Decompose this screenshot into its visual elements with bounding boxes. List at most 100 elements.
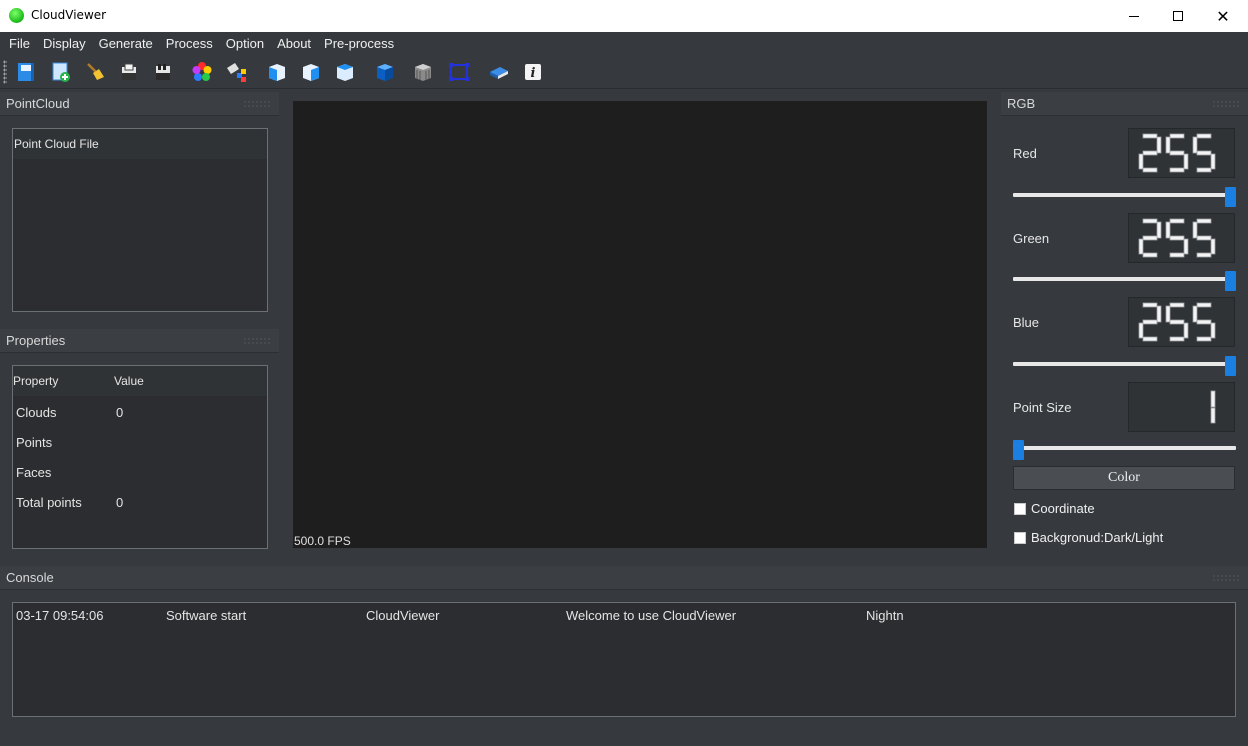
lcd-segment — [1169, 336, 1185, 342]
log-details: Welcome to use CloudViewer — [566, 608, 737, 623]
blue-label: Blue — [1013, 315, 1040, 330]
slider-groove[interactable] — [1013, 362, 1236, 366]
lcd-segment — [1138, 322, 1144, 339]
lcd-segment — [1183, 322, 1189, 339]
menu-display[interactable]: Display — [36, 32, 92, 55]
lcd-segment — [1142, 167, 1158, 173]
console-title: Console — [6, 570, 54, 585]
col-value[interactable]: Value — [114, 366, 144, 396]
green-slider[interactable] — [1013, 271, 1236, 291]
view-front-icon — [269, 64, 285, 81]
book-button[interactable] — [486, 59, 512, 85]
properties-dock-title[interactable]: Properties — [0, 329, 279, 353]
slider-groove[interactable] — [1013, 277, 1236, 281]
lcd-segment — [1196, 235, 1212, 241]
clear-button[interactable] — [82, 59, 108, 85]
lcd-segment — [1192, 221, 1198, 239]
coordinate-checkbox[interactable]: Coordinate — [1014, 501, 1095, 516]
checkbox-box[interactable] — [1014, 531, 1026, 544]
color-wheel-button[interactable] — [189, 59, 215, 85]
view-top-button[interactable] — [298, 59, 324, 85]
point-size-lcd-display — [1128, 382, 1235, 432]
random-color-icon — [227, 63, 246, 82]
color-button[interactable]: Color — [1013, 466, 1235, 490]
lcd-segment — [1142, 133, 1158, 139]
slider-groove[interactable] — [1013, 446, 1236, 450]
slider-handle[interactable] — [1225, 271, 1236, 291]
slider-handle[interactable] — [1013, 440, 1024, 460]
title-bar: CloudViewer ✕ — [0, 0, 1248, 32]
lcd-segment — [1165, 136, 1171, 154]
open-file-button[interactable] — [13, 59, 39, 85]
pointcloud-tree[interactable]: Point Cloud File — [12, 128, 268, 312]
lcd-segment — [1138, 238, 1144, 255]
dock-grip-icon[interactable] — [1212, 574, 1240, 582]
menu-bar: File Display Generate Process Option Abo… — [0, 32, 1248, 55]
save-icon — [122, 63, 136, 80]
view-back-button[interactable] — [372, 59, 398, 85]
menu-about[interactable]: About — [270, 32, 317, 55]
close-button[interactable]: ✕ — [1200, 0, 1246, 32]
pointcloud-dock-title[interactable]: PointCloud — [0, 92, 279, 116]
view-front-button[interactable] — [264, 59, 290, 85]
lcd-segment — [1169, 218, 1185, 224]
properties-title: Properties — [6, 333, 66, 348]
green-label: Green — [1013, 231, 1050, 246]
console-dock-title[interactable]: Console — [0, 566, 1248, 590]
maximize-button[interactable] — [1155, 0, 1201, 32]
menu-preprocess[interactable]: Pre-process — [317, 32, 400, 55]
table-row[interactable]: Faces — [16, 465, 51, 480]
save-binary-button[interactable] — [150, 59, 176, 85]
view-bottom-button[interactable] — [410, 59, 436, 85]
pointcloud-tree-header[interactable]: Point Cloud File — [13, 129, 267, 159]
random-color-button[interactable] — [223, 59, 249, 85]
blue-slider[interactable] — [1013, 356, 1236, 376]
toolbar-handle[interactable] — [3, 60, 7, 84]
console-log[interactable]: 03-17 09:54:06 Software start CloudViewe… — [12, 602, 1236, 717]
lcd-segment — [1196, 150, 1212, 156]
property-value: 0 — [116, 405, 124, 420]
frame-select-button[interactable] — [446, 59, 472, 85]
rgb-dock-title[interactable]: RGB — [1001, 92, 1248, 116]
add-file-button[interactable] — [48, 59, 74, 85]
lcd-segment — [1142, 150, 1158, 156]
red-lcd-display — [1128, 128, 1235, 178]
table-row[interactable]: Clouds — [16, 405, 56, 420]
save-binary-icon — [156, 64, 170, 80]
lcd-segment — [1169, 133, 1185, 139]
blue-lcd-digits — [1138, 302, 1216, 342]
add-file-icon — [52, 62, 70, 82]
menu-generate[interactable]: Generate — [92, 32, 159, 55]
open-file-icon — [18, 63, 34, 81]
checkbox-box[interactable] — [1014, 502, 1026, 515]
dock-grip-icon[interactable] — [243, 100, 271, 108]
background-checkbox[interactable]: Backgronud:Dark/Light — [1014, 530, 1163, 545]
slider-handle[interactable] — [1225, 356, 1236, 376]
dock-grip-icon[interactable] — [1212, 100, 1240, 108]
view-left-button[interactable] — [332, 59, 358, 85]
lcd-segment — [1210, 407, 1216, 424]
menu-option[interactable]: Option — [219, 32, 270, 55]
red-slider[interactable] — [1013, 187, 1236, 207]
dock-grip-icon[interactable] — [243, 337, 271, 345]
point-cloud-viewport[interactable]: 500.0 FPS — [293, 101, 987, 548]
app-logo-icon — [9, 8, 24, 23]
minimize-button[interactable] — [1111, 0, 1157, 32]
table-row[interactable]: Total points — [16, 495, 82, 510]
slider-groove[interactable] — [1013, 193, 1236, 197]
save-button[interactable] — [116, 59, 142, 85]
lcd-segment — [1210, 238, 1216, 255]
menu-process[interactable]: Process — [159, 32, 219, 55]
info-button[interactable]: i — [520, 59, 546, 85]
table-row[interactable]: Points — [16, 435, 52, 450]
properties-table[interactable]: Property Value Clouds 0 Points Faces Tot… — [12, 365, 268, 549]
point-size-slider[interactable] — [1013, 440, 1236, 460]
slider-handle[interactable] — [1225, 187, 1236, 207]
lcd-segment — [1156, 305, 1162, 323]
rgb-title: RGB — [1007, 96, 1036, 111]
view-bottom-icon — [415, 64, 431, 81]
menu-file[interactable]: File — [2, 32, 36, 55]
col-property[interactable]: Property — [13, 366, 58, 396]
maximize-icon — [1173, 11, 1183, 21]
log-object: CloudViewer — [366, 608, 440, 623]
